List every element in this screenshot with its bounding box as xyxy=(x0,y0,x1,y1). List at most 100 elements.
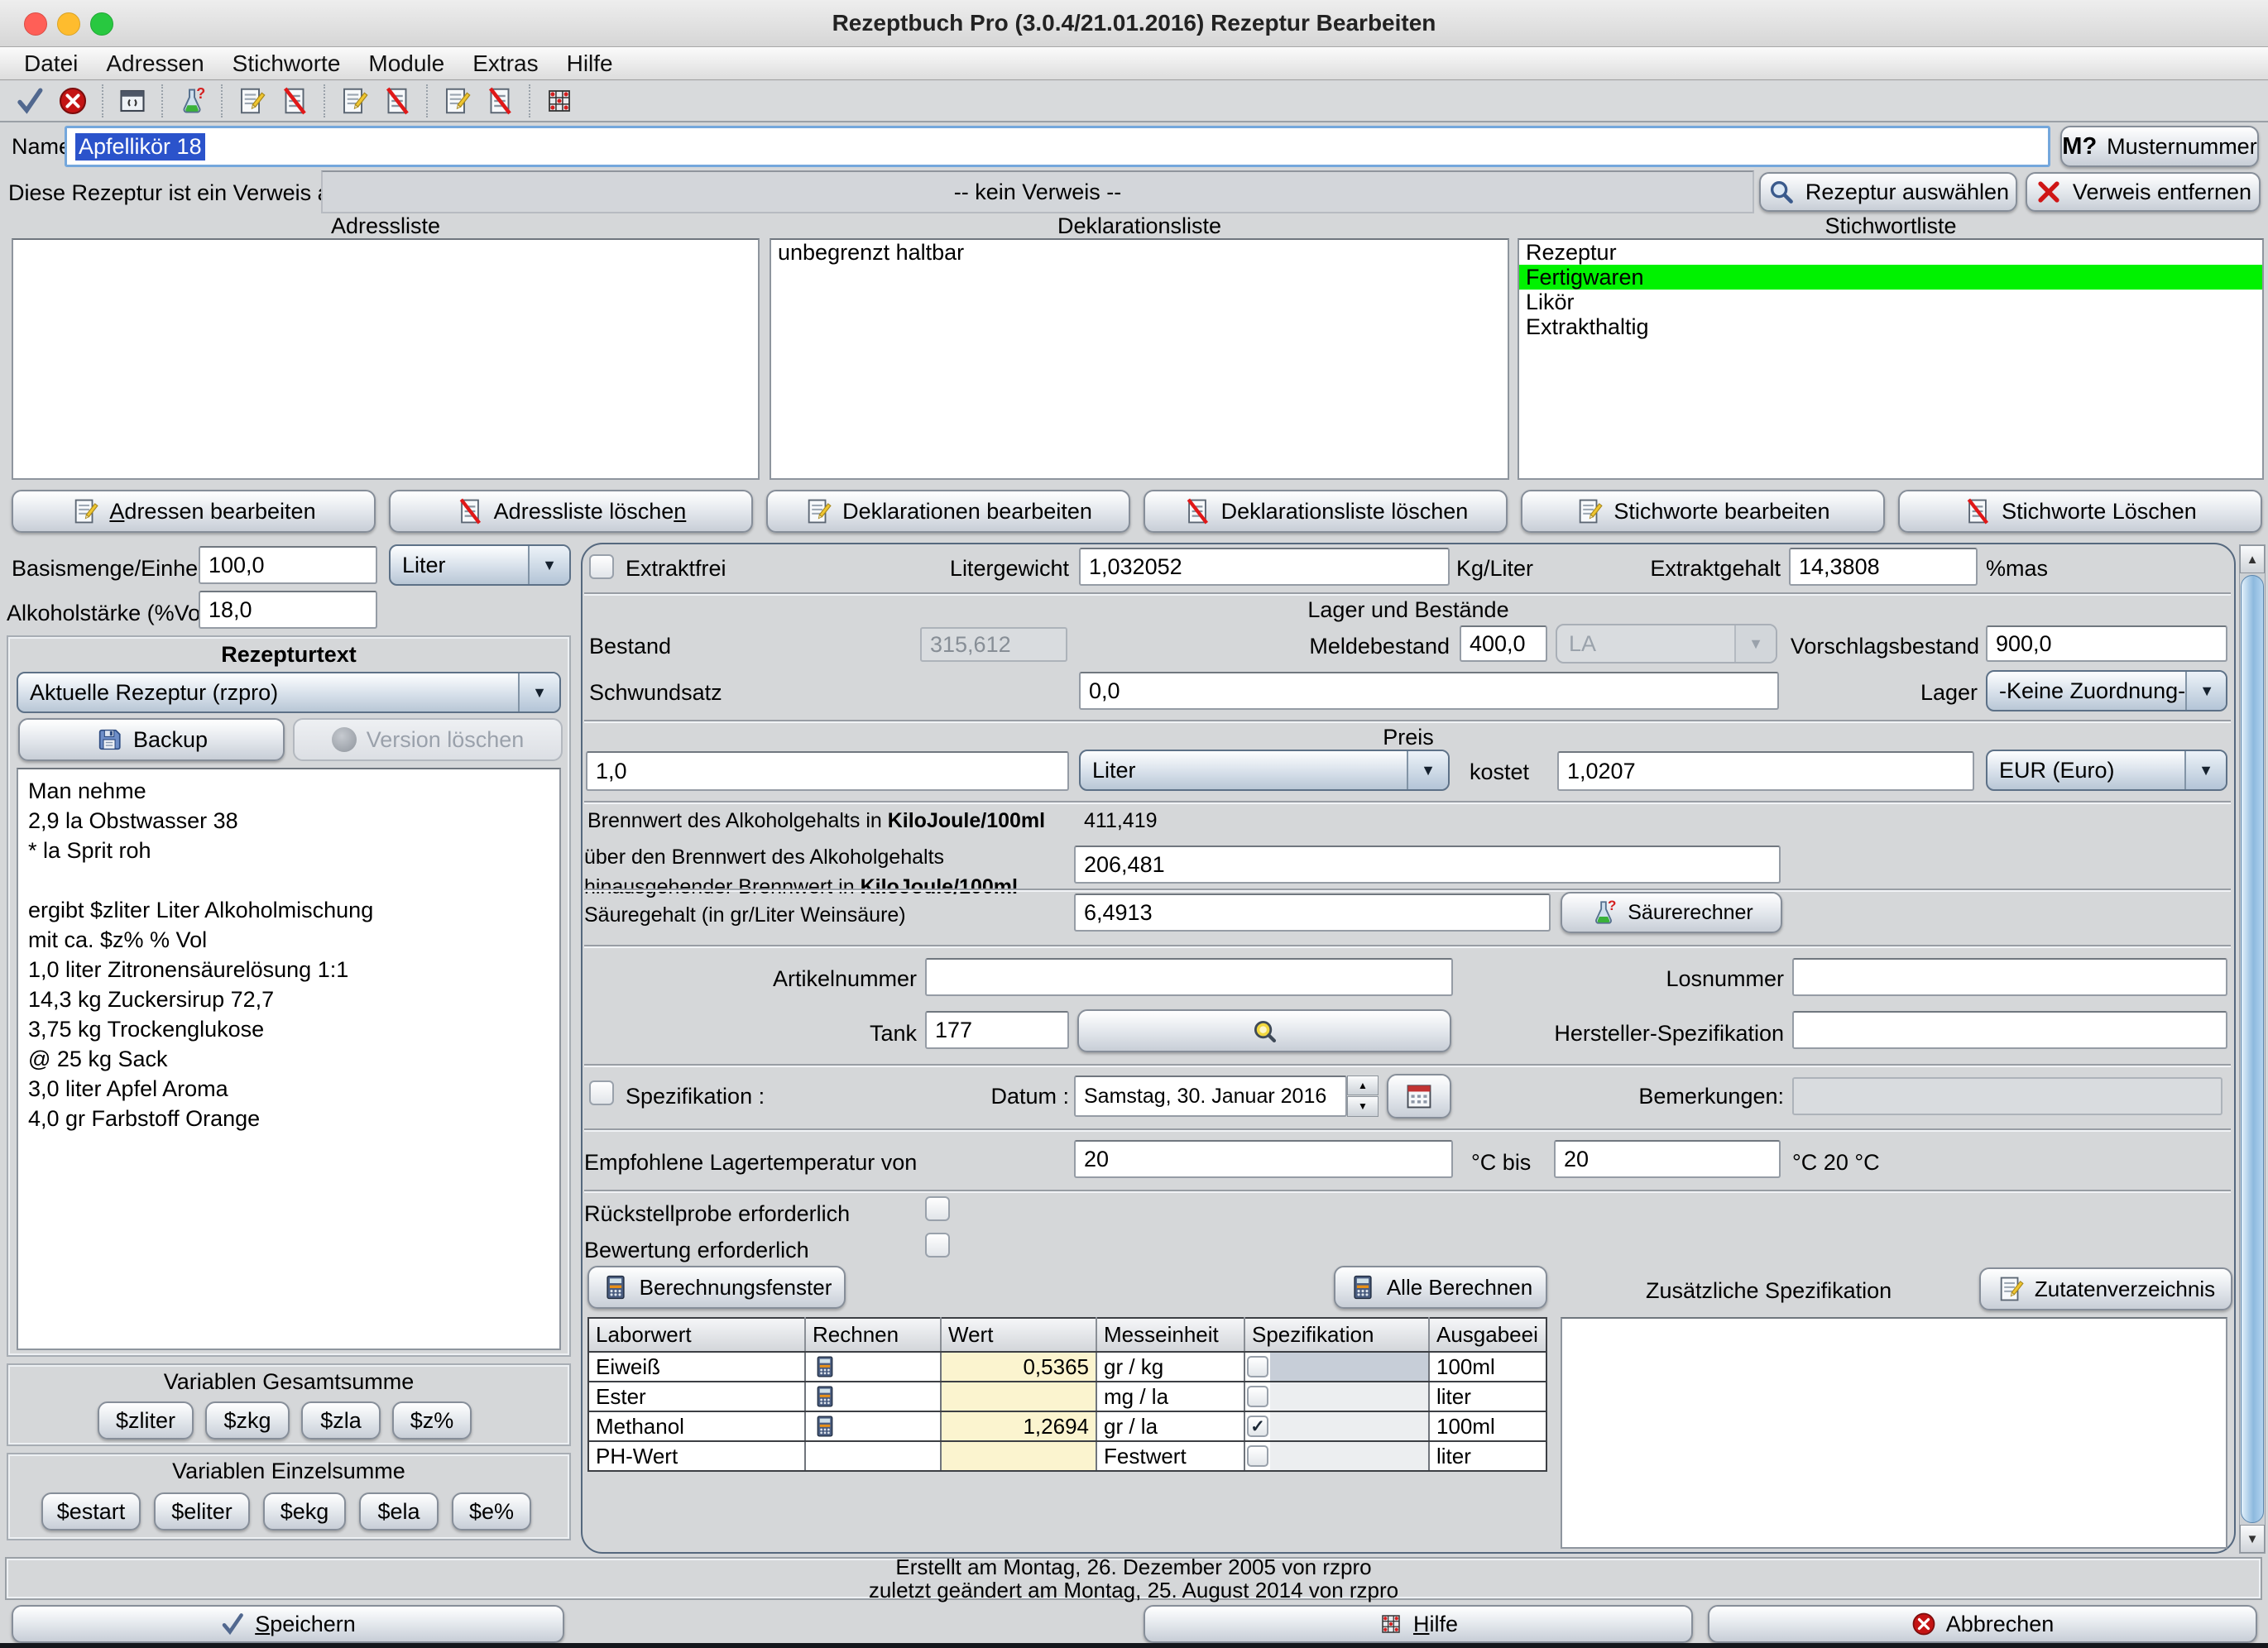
wert-cell[interactable]: 0,5365 xyxy=(941,1352,1096,1382)
messeinheit-cell[interactable]: gr / kg xyxy=(1096,1352,1244,1382)
delete-document-icon[interactable] xyxy=(381,85,413,117)
var-zla-button[interactable]: $zla xyxy=(301,1401,381,1440)
brennwert2-input[interactable]: 206,481 xyxy=(1074,846,1781,884)
table-row[interactable]: Methanol 1,2694 gr / la ✓ 100ml xyxy=(588,1411,1546,1441)
delete-document-icon[interactable] xyxy=(279,85,310,117)
menu-stichworte[interactable]: Stichworte xyxy=(218,50,355,77)
edit-document-icon[interactable] xyxy=(236,85,267,117)
preis-einheit-dropdown[interactable]: Liter▼ xyxy=(1079,750,1450,791)
musternummer-button[interactable]: M? Musternummer xyxy=(2060,126,2259,167)
saeurerechner-button[interactable]: Säurerechner xyxy=(1561,892,1782,933)
col-laborwert[interactable]: Laborwert xyxy=(588,1318,805,1352)
wert-cell[interactable]: 1,2694 xyxy=(941,1411,1096,1441)
artikelnummer-input[interactable] xyxy=(925,958,1453,996)
tank-search-button[interactable] xyxy=(1077,1009,1451,1052)
rechnen-cell[interactable] xyxy=(805,1441,941,1471)
datum-spinner[interactable]: ▲ ▼ xyxy=(1347,1076,1379,1117)
scrollbar-thumb[interactable] xyxy=(2241,575,2264,1523)
losnummer-input[interactable] xyxy=(1792,958,2227,996)
berechnungsfenster-button[interactable]: Berechnungsfenster xyxy=(587,1266,846,1309)
ausgabeeinheit-cell[interactable]: liter xyxy=(1429,1382,1546,1411)
var-zliter-button[interactable]: $zliter xyxy=(98,1401,194,1440)
spezifikation-checkbox[interactable] xyxy=(1247,1386,1268,1407)
bewertung-checkbox[interactable] xyxy=(925,1233,950,1258)
version-loeschen-button[interactable]: Version löschen xyxy=(293,718,563,761)
table-row[interactable]: Ester mg / la liter xyxy=(588,1382,1546,1411)
confirm-check-icon[interactable] xyxy=(14,85,46,117)
wert-cell[interactable] xyxy=(941,1441,1096,1471)
scroll-up-icon[interactable]: ▲ xyxy=(2240,545,2265,573)
rueckstellprobe-checkbox[interactable] xyxy=(925,1196,950,1221)
deklarationsliste-loeschen-button[interactable]: Deklarationsliste löschen xyxy=(1144,490,1508,533)
alkoholstaerke-input[interactable]: 18,0 xyxy=(199,591,377,629)
flask-question-icon[interactable] xyxy=(176,85,208,117)
spezifikation-checkbox[interactable] xyxy=(589,1080,614,1105)
spezifikation-checkbox[interactable] xyxy=(1247,1445,1268,1467)
scroll-down-icon[interactable]: ▼ xyxy=(2240,1525,2265,1553)
deklarationsliste-list[interactable]: unbegrenzt haltbar xyxy=(770,238,1509,480)
stichwortliste-list[interactable]: Rezeptur Fertigwaren Likör Extrakthaltig xyxy=(1518,238,2264,480)
table-row[interactable]: PH-Wert Festwert liter xyxy=(588,1441,1546,1471)
verweis-entfernen-button[interactable]: Verweis entfernen xyxy=(2026,172,2261,212)
menu-hilfe[interactable]: Hilfe xyxy=(553,50,627,77)
extraktgehalt-input[interactable]: 14,3808 xyxy=(1789,548,1978,586)
name-input[interactable]: Apfellikör 18 xyxy=(65,126,2050,167)
menu-extras[interactable]: Extras xyxy=(458,50,552,77)
abbrechen-button[interactable]: Abbrechen xyxy=(1708,1605,2257,1643)
extraktfrei-checkbox[interactable] xyxy=(589,554,614,579)
list-item-selected[interactable]: Fertigwaren xyxy=(1519,265,2262,290)
calculator-icon[interactable] xyxy=(813,1384,837,1409)
stichworte-bearbeiten-button[interactable]: Stichworte bearbeiten xyxy=(1521,490,1885,533)
lager-dropdown[interactable]: -Keine Zuordnung-▼ xyxy=(1986,670,2227,711)
stichworte-loeschen-button[interactable]: Stichworte Löschen xyxy=(1898,490,2262,533)
spezifikation-cell[interactable] xyxy=(1244,1441,1429,1471)
deklarationen-bearbeiten-button[interactable]: Deklarationen bearbeiten xyxy=(766,490,1130,533)
window-icon[interactable] xyxy=(117,85,148,117)
spezifikation-cell[interactable]: ✓ xyxy=(1244,1411,1429,1441)
grid-icon[interactable] xyxy=(544,85,575,117)
col-spezifikation[interactable]: Spezifikation xyxy=(1244,1318,1429,1352)
alle-berechnen-button[interactable]: Alle Berechnen xyxy=(1334,1266,1547,1309)
lagertemperatur-von-input[interactable]: 20 xyxy=(1074,1140,1453,1178)
adressliste-list[interactable] xyxy=(12,238,760,480)
messeinheit-cell[interactable]: mg / la xyxy=(1096,1382,1244,1411)
delete-document-icon[interactable] xyxy=(484,85,515,117)
var-ela-button[interactable]: $ela xyxy=(359,1492,439,1531)
list-item[interactable]: Likör xyxy=(1519,290,2262,314)
col-messeinheit[interactable]: Messeinheit xyxy=(1096,1318,1244,1352)
adressen-bearbeiten-button[interactable]: Adressen bearbeiten xyxy=(12,490,376,533)
speichern-button[interactable]: Speichern xyxy=(12,1605,564,1643)
var-estart-button[interactable]: $estart xyxy=(41,1492,141,1531)
saeuregehalt-input[interactable]: 6,4913 xyxy=(1074,893,1551,932)
col-ausgabeeinheit[interactable]: Ausgabeei xyxy=(1429,1318,1546,1352)
var-epercent-button[interactable]: $e% xyxy=(452,1492,531,1531)
lagertemperatur-bis-input[interactable]: 20 xyxy=(1554,1140,1781,1178)
zutatenverzeichnis-button[interactable]: Zutatenverzeichnis xyxy=(1979,1267,2232,1310)
var-eliter-button[interactable]: $eliter xyxy=(154,1492,250,1531)
messeinheit-cell[interactable]: Festwert xyxy=(1096,1441,1244,1471)
spinner-down-icon[interactable]: ▼ xyxy=(1347,1096,1379,1117)
col-rechnen[interactable]: Rechnen xyxy=(805,1318,941,1352)
list-item[interactable]: Rezeptur xyxy=(1519,240,2262,265)
basismenge-input[interactable]: 100,0 xyxy=(199,546,377,584)
calculator-icon[interactable] xyxy=(813,1354,837,1379)
ausgabeeinheit-cell[interactable]: 100ml xyxy=(1429,1411,1546,1441)
basismenge-einheit-dropdown[interactable]: Liter▼ xyxy=(389,544,571,586)
vertical-scrollbar[interactable]: ▲ ▼ xyxy=(2239,544,2266,1554)
var-zpercent-button[interactable]: $z% xyxy=(392,1401,472,1440)
vorschlagsbestand-input[interactable]: 900,0 xyxy=(1986,625,2227,662)
litergewicht-input[interactable]: 1,032052 xyxy=(1079,548,1450,586)
ausgabeeinheit-cell[interactable]: liter xyxy=(1429,1441,1546,1471)
spezifikation-checkbox-checked[interactable]: ✓ xyxy=(1247,1416,1268,1437)
laborwert-table[interactable]: Laborwert Rechnen Wert Messeinheit Spezi… xyxy=(587,1317,1547,1472)
rechnen-cell[interactable] xyxy=(805,1352,941,1382)
menu-module[interactable]: Module xyxy=(354,50,458,77)
hilfe-button[interactable]: Hilfe xyxy=(1144,1605,1693,1643)
laborwert-cell[interactable]: Ester xyxy=(588,1382,805,1411)
waehrung-dropdown[interactable]: EUR (Euro)▼ xyxy=(1986,750,2227,791)
rechnen-cell[interactable] xyxy=(805,1411,941,1441)
meldebestand-input[interactable]: 400,0 xyxy=(1460,625,1547,662)
list-item[interactable]: Extrakthaltig xyxy=(1519,314,2262,339)
schwundsatz-input[interactable]: 0,0 xyxy=(1079,672,1779,710)
var-ekg-button[interactable]: $ekg xyxy=(263,1492,346,1531)
